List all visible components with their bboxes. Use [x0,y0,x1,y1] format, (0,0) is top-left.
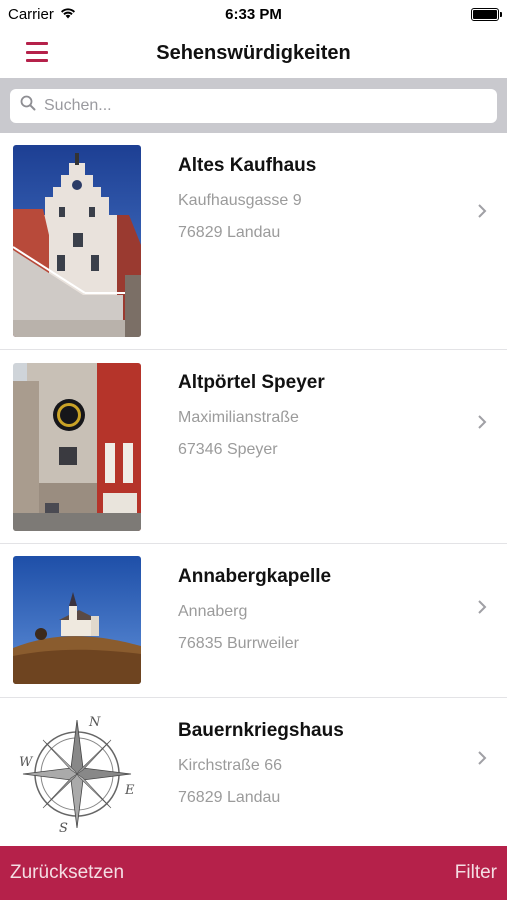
item-title: Altpörtel Speyer [178,372,325,393]
item-street: Kirchstraße 66 [178,757,283,774]
clock-tower-photo [13,363,141,531]
item-city: 76829 Landau [178,789,281,806]
list-item[interactable]: Altpörtel Speyer Maximilianstraße 67346 … [0,350,507,544]
list-item[interactable]: Altes Kaufhaus Kaufhausgasse 9 76829 Lan… [0,133,507,350]
battery-level [473,9,497,19]
item-city: 76835 Burrweiler [178,635,299,652]
item-street: Kaufhausgasse 9 [178,192,302,209]
item-street: Maximilianstraße [178,409,299,426]
status-left: Carrier [8,6,76,23]
item-text: Altpörtel Speyer Maximilianstraße 67346 … [178,370,325,466]
search-bar [0,78,507,133]
chevron-right-icon [477,750,487,771]
hamburger-menu-icon[interactable] [26,42,48,62]
building-photo [13,145,141,337]
bottom-toolbar: Zurücksetzen Filter [0,846,507,900]
reset-button[interactable]: Zurücksetzen [10,862,124,884]
chevron-right-icon [477,203,487,224]
item-text: Altes Kaufhaus Kaufhausgasse 9 76829 Lan… [178,153,316,249]
search-input[interactable] [44,96,487,115]
page-title: Sehenswürdigkeiten [156,41,351,64]
item-title: Bauernkriegshaus [178,720,344,741]
battery-icon [471,7,502,21]
item-text: Annabergkapelle Annaberg 76835 Burrweile… [178,564,331,660]
chevron-right-icon [477,414,487,435]
chapel-photo [13,556,141,684]
svg-text:E: E [124,783,135,798]
compass-rose-icon: N W E S [13,714,141,838]
list-item[interactable]: Annabergkapelle Annaberg 76835 Burrweile… [0,544,507,698]
sights-list: Altes Kaufhaus Kaufhausgasse 9 76829 Lan… [0,133,507,846]
status-time: 6:33 PM [225,5,282,23]
chevron-right-icon [477,599,487,620]
search-icon [20,95,36,116]
navigation-bar: Sehenswürdigkeiten [0,28,507,78]
svg-text:S: S [59,821,68,836]
item-city: 76829 Landau [178,224,281,241]
carrier-label: Carrier [8,5,54,23]
item-city: 67346 Speyer [178,441,278,458]
item-title: Altes Kaufhaus [178,155,317,176]
item-text: Bauernkriegshaus Kirchstraße 66 76829 La… [178,718,344,814]
wifi-icon [60,6,76,23]
svg-text:W: W [19,755,34,770]
svg-text:N: N [88,715,101,730]
item-title: Annabergkapelle [178,566,332,587]
item-street: Annaberg [178,603,248,620]
search-field[interactable] [10,88,497,123]
filter-button[interactable]: Filter [455,862,497,884]
list-item[interactable]: N W E S Bauernkriegshaus Kirchstraße 66 … [0,698,507,846]
status-bar: Carrier 6:33 PM [0,0,507,28]
